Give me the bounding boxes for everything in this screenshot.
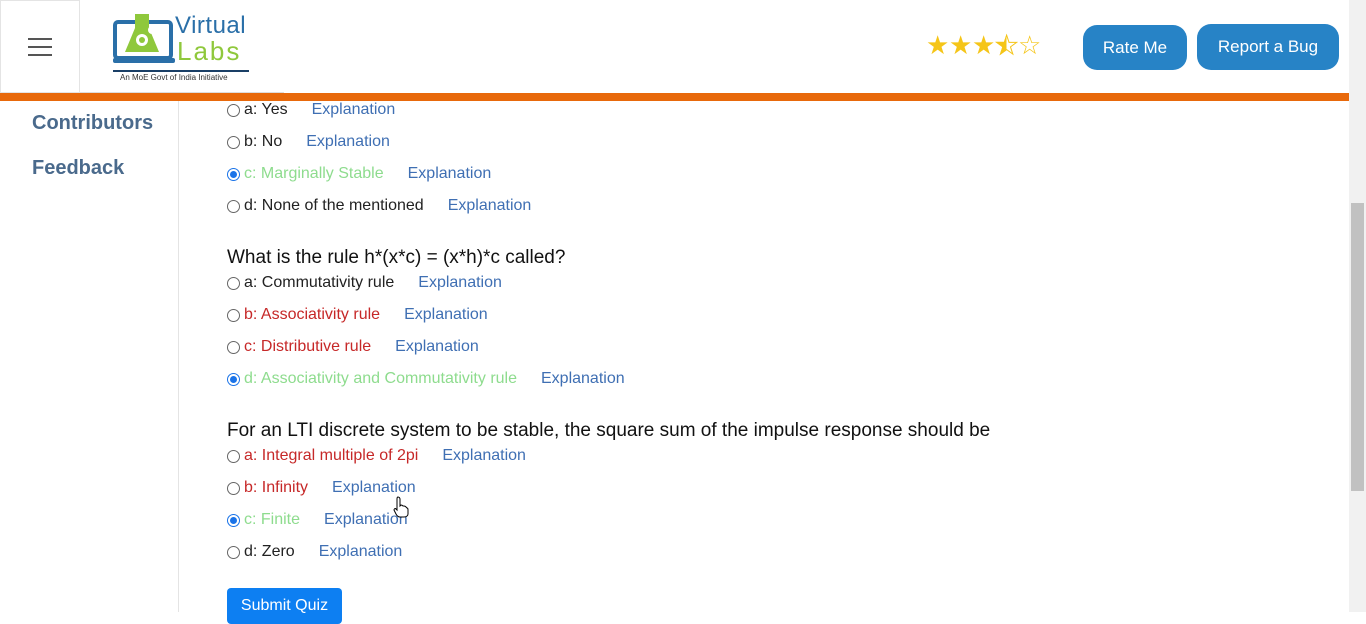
star-full-icon[interactable]: ★ [972,31,995,59]
answer-prefix: d: [244,197,262,214]
answer-radio[interactable] [227,167,240,181]
explanation-link[interactable]: Explanation [448,197,532,215]
scrollbar-thumb[interactable] [1351,203,1364,491]
hand-pointer-icon [393,496,409,518]
hamburger-menu-button[interactable] [0,0,80,93]
answer-option[interactable]: c: Marginally Stable Explanation [227,165,491,183]
sidebar-item-contributors[interactable]: Contributors [32,112,153,135]
header-accent-bar [0,93,1349,101]
answer-radio[interactable] [227,103,240,117]
question-title: What is the rule h*(x*c) = (x*h)*c calle… [227,247,566,268]
explanation-link[interactable]: Explanation [442,447,526,465]
submit-quiz-button[interactable]: Submit Quiz [227,588,342,624]
answer-option[interactable]: c: Distributive rule Explanation [227,338,479,356]
answer-option[interactable]: b: Infinity Explanation [227,479,416,497]
answer-label: d: Associativity and Commutativity rule [244,370,517,388]
explanation-link[interactable]: Explanation [312,101,396,119]
answer-text: Finite [260,511,301,528]
answer-prefix: c: [244,338,261,355]
explanation-link[interactable]: Explanation [418,274,502,292]
answer-prefix: a: [244,447,262,464]
explanation-link[interactable]: Explanation [395,338,479,356]
answer-label: b: Associativity rule [244,306,380,324]
answer-text: Zero [261,543,295,560]
virtual-labs-logo[interactable]: Virtual Labs An MoE Govt of India Initia… [80,0,284,93]
rate-me-button[interactable]: Rate Me [1083,25,1187,70]
rating-stars[interactable]: ★ ★ ★ ★ ☆ [926,31,1041,60]
explanation-link[interactable]: Explanation [541,370,625,388]
answer-text: Commutativity rule [261,274,395,291]
answer-prefix: a: [244,101,262,118]
answer-option[interactable]: a: Yes Explanation [227,101,395,119]
answer-radio[interactable] [227,199,240,213]
answer-prefix: b: [244,479,262,496]
star-empty-icon[interactable]: ☆ [1018,31,1041,59]
flask-laptop-icon [113,14,175,63]
explanation-link[interactable]: Explanation [332,479,416,497]
answer-label: b: No [244,133,282,151]
answer-option[interactable]: b: No Explanation [227,133,390,151]
logo-text-bottom: Labs [177,36,242,66]
answer-radio[interactable] [227,340,240,354]
answer-radio[interactable] [227,308,240,322]
answer-option[interactable]: a: Integral multiple of 2pi Explanation [227,447,526,465]
answer-text: Associativity rule [260,306,381,323]
answer-prefix: b: [244,306,261,323]
star-full-icon[interactable]: ★ [926,31,949,59]
answer-option[interactable]: c: Finite Explanation [227,511,408,529]
star-full-icon[interactable]: ★ [949,31,972,59]
answer-option[interactable]: d: Zero Explanation [227,543,402,561]
answer-text: Associativity and Commutativity rule [260,370,517,387]
answer-radio[interactable] [227,545,240,559]
answer-label: d: None of the mentioned [244,197,424,215]
answer-option[interactable]: b: Associativity rule Explanation [227,306,488,324]
hamburger-icon [28,37,52,56]
answer-label: c: Distributive rule [244,338,371,356]
answer-prefix: b: [244,133,262,150]
answer-text: No [261,133,283,150]
answer-option[interactable]: d: None of the mentioned Explanation [227,197,531,215]
answer-radio[interactable] [227,481,240,495]
answer-label: c: Marginally Stable [244,165,384,183]
answer-label: c: Finite [244,511,300,529]
answer-text: Distributive rule [260,338,372,355]
logo-divider [113,70,249,72]
answer-prefix: c: [244,511,261,528]
question-title: For an LTI discrete system to be stable,… [227,420,991,441]
explanation-link[interactable]: Explanation [404,306,488,324]
answer-text: Integral multiple of 2pi [261,447,419,464]
answer-radio[interactable] [227,513,240,527]
answer-label: a: Integral multiple of 2pi [244,447,418,465]
answer-radio[interactable] [227,372,240,386]
explanation-link[interactable]: Explanation [408,165,492,183]
answer-prefix: d: [244,543,262,560]
sidebar-item-feedback[interactable]: Feedback [32,157,124,180]
answer-text: Yes [261,101,288,118]
answer-prefix: a: [244,274,262,291]
answer-prefix: d: [244,370,261,387]
answer-label: a: Yes [244,101,288,119]
answer-option[interactable]: a: Commutativity rule Explanation [227,274,502,292]
explanation-link[interactable]: Explanation [306,133,390,151]
star-half-icon[interactable]: ★ [995,31,1019,60]
sidebar: Contributors Feedback [0,101,179,612]
answer-label: d: Zero [244,543,295,561]
explanation-link[interactable]: Explanation [319,543,403,561]
answer-text: Marginally Stable [260,165,384,182]
logo-tagline: An MoE Govt of India Initiative [120,73,228,82]
answer-radio[interactable] [227,449,240,463]
answer-label: b: Infinity [244,479,308,497]
answer-option[interactable]: d: Associativity and Commutativity rule E… [227,370,625,388]
answer-label: a: Commutativity rule [244,274,394,292]
answer-radio[interactable] [227,135,240,149]
answer-text: None of the mentioned [261,197,424,214]
answer-text: Infinity [261,479,309,496]
answer-radio[interactable] [227,276,240,290]
answer-prefix: c: [244,165,261,182]
site-header: Virtual Labs An MoE Govt of India Initia… [0,0,1349,93]
report-bug-button[interactable]: Report a Bug [1197,24,1339,70]
